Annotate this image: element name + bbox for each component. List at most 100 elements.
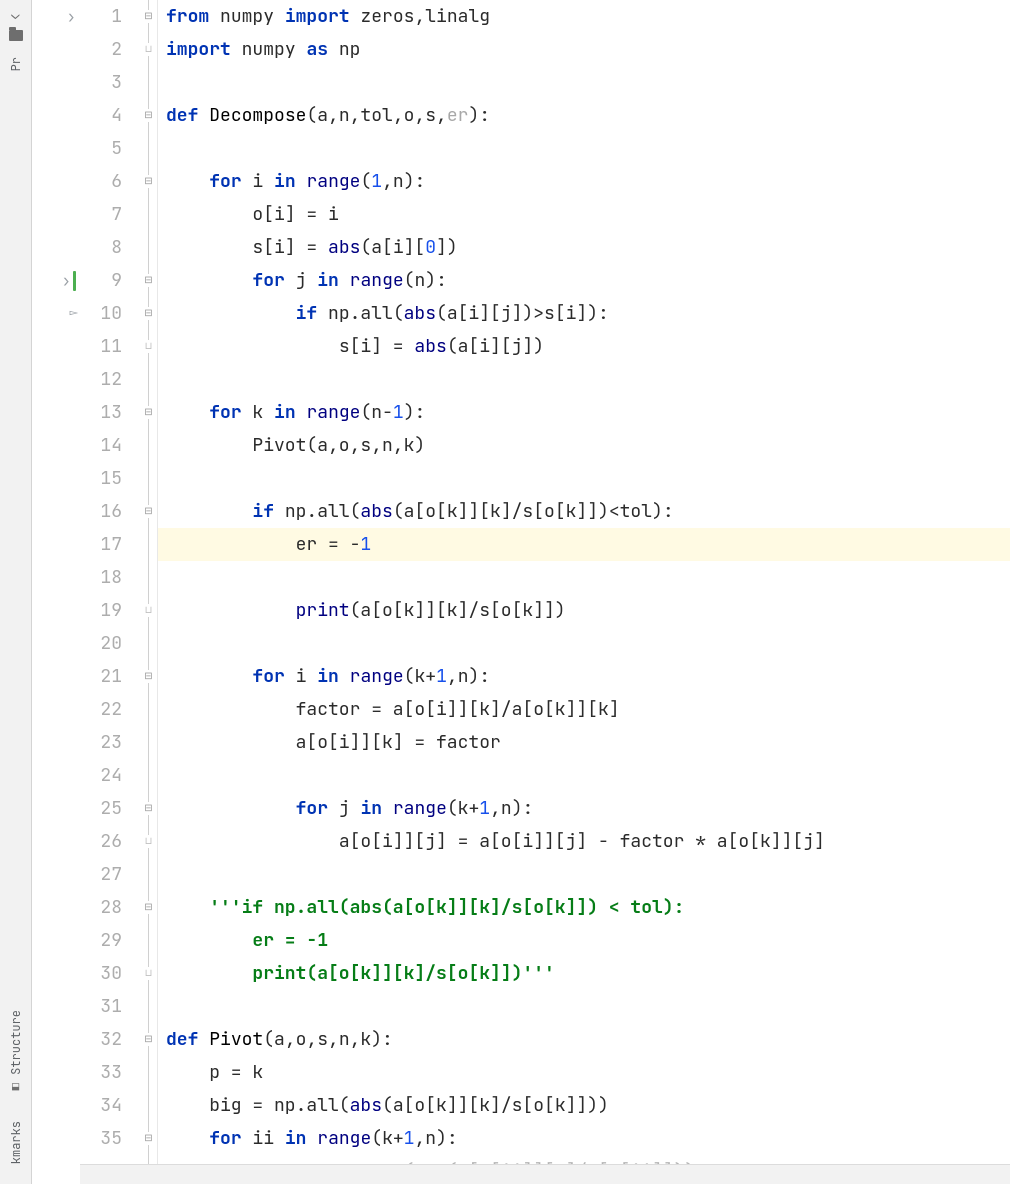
code-line[interactable]: s[i] = abs(a[i][j]) — [166, 330, 1010, 363]
fold-collapse-icon[interactable] — [142, 670, 155, 683]
code-line[interactable]: import numpy as np — [166, 33, 1010, 66]
line-number[interactable]: 12 — [80, 363, 122, 396]
code-line[interactable]: o[i] = i — [166, 198, 1010, 231]
line-number[interactable]: 34 — [80, 1089, 122, 1122]
line-number[interactable]: 19 — [80, 594, 122, 627]
code-line[interactable]: big = np.all(abs(a[o[k]][k]/s[o[k]])) — [166, 1089, 1010, 1122]
line-number[interactable]: 32 — [80, 1023, 122, 1056]
code-line[interactable] — [166, 990, 1010, 1023]
code-line[interactable]: print(a[o[k]][k]/s[o[k]]) — [166, 594, 1010, 627]
line-number[interactable]: 21 — [80, 660, 122, 693]
line-number-gutter[interactable]: 1 2 3 4 5 6 7 8 9 10 11 12 13 14 15 16 1… — [80, 0, 140, 1184]
code-line[interactable]: if np.all(abs(a[i][j])>s[i]): — [166, 297, 1010, 330]
code-line[interactable]: for i in range(1,n): — [166, 165, 1010, 198]
fold-end-icon[interactable] — [142, 604, 155, 617]
line-number[interactable]: 15 — [80, 462, 122, 495]
fold-collapse-icon[interactable] — [142, 1033, 155, 1046]
line-number[interactable]: 7 — [80, 198, 122, 231]
line-number[interactable]: 26 — [80, 825, 122, 858]
fold-collapse-icon[interactable] — [142, 505, 155, 518]
code-line[interactable]: a[o[i]][k] = factor — [166, 726, 1010, 759]
line-number[interactable]: 27 — [80, 858, 122, 891]
code-line[interactable]: print(a[o[k]][k]/s[o[k]])''' — [166, 957, 1010, 990]
fold-gutter[interactable] — [140, 0, 158, 1184]
line-number[interactable]: 1 — [80, 0, 122, 33]
fold-collapse-icon[interactable] — [142, 307, 155, 320]
fold-end-icon[interactable] — [142, 340, 155, 353]
line-number[interactable]: 18 — [80, 561, 122, 594]
project-tool-button[interactable]: Pr — [8, 47, 24, 81]
fold-collapse-icon[interactable] — [142, 406, 155, 419]
line-number[interactable]: 25 — [80, 792, 122, 825]
code-line[interactable]: for k in range(n-1): — [166, 396, 1010, 429]
line-number[interactable]: 29 — [80, 924, 122, 957]
code-line[interactable]: if np.all(abs(a[o[k]][k]/s[o[k]])<tol): — [166, 495, 1010, 528]
line-number[interactable]: 6 — [80, 165, 122, 198]
line-number[interactable]: 30 — [80, 957, 122, 990]
line-number[interactable]: 22 — [80, 693, 122, 726]
code-line[interactable]: a[o[i]][j] = a[o[i]][j] - factor * a[o[k… — [166, 825, 1010, 858]
code-line[interactable] — [166, 462, 1010, 495]
code-line[interactable] — [166, 561, 1010, 594]
code-line[interactable] — [166, 66, 1010, 99]
code-line[interactable]: def Pivot(a,o,s,n,k): — [166, 1023, 1010, 1056]
line-number[interactable]: 33 — [80, 1056, 122, 1089]
line-number[interactable]: 13 — [80, 396, 122, 429]
code-editor[interactable]: 1 2 3 4 5 6 7 8 9 10 11 12 13 14 15 16 1… — [80, 0, 1010, 1184]
code-line[interactable]: p = k — [166, 1056, 1010, 1089]
chevron-down-icon[interactable]: ⌄ — [11, 6, 19, 24]
folder-icon[interactable] — [9, 30, 23, 41]
code-line[interactable]: def Decompose(a,n,tol,o,s,er): — [166, 99, 1010, 132]
chevron-right-icon[interactable]: › — [66, 6, 76, 27]
bookmarks-tool-button[interactable]: kmarks — [8, 1111, 24, 1174]
fold-collapse-icon[interactable] — [142, 109, 155, 122]
marker-gutter[interactable]: › › ▻ — [32, 0, 80, 1184]
line-number[interactable]: 31 — [80, 990, 122, 1023]
code-line[interactable] — [166, 759, 1010, 792]
code-line[interactable]: s[i] = abs(a[i][0]) — [166, 231, 1010, 264]
code-line[interactable] — [166, 132, 1010, 165]
line-number[interactable]: 5 — [80, 132, 122, 165]
line-number[interactable]: 3 — [80, 66, 122, 99]
fold-collapse-icon[interactable] — [142, 802, 155, 815]
line-number[interactable]: 14 — [80, 429, 122, 462]
line-number[interactable]: 8 — [80, 231, 122, 264]
code-line[interactable] — [166, 627, 1010, 660]
code-line[interactable]: Pivot(a,o,s,n,k) — [166, 429, 1010, 462]
line-number[interactable]: 10 — [80, 297, 122, 330]
fold-collapse-icon[interactable] — [142, 901, 155, 914]
line-number[interactable]: 24 — [80, 759, 122, 792]
line-number[interactable]: 23 — [80, 726, 122, 759]
code-line[interactable] — [166, 858, 1010, 891]
chevron-right-icon[interactable]: › — [61, 270, 71, 291]
run-marker-icon[interactable] — [73, 271, 76, 291]
line-number[interactable]: 4 — [80, 99, 122, 132]
code-line[interactable]: er = -1 — [166, 924, 1010, 957]
code-line[interactable]: for j in range(n): — [166, 264, 1010, 297]
fold-end-icon[interactable] — [142, 967, 155, 980]
fold-collapse-icon[interactable] — [142, 274, 155, 287]
fold-collapse-icon[interactable] — [142, 10, 155, 23]
code-line[interactable]: for i in range(k+1,n): — [166, 660, 1010, 693]
line-number[interactable]: 28 — [80, 891, 122, 924]
code-line[interactable]: '''if np.all(abs(a[o[k]][k]/s[o[k]]) < t… — [166, 891, 1010, 924]
line-number[interactable]: 20 — [80, 627, 122, 660]
code-line[interactable]: from numpy import zeros,linalg — [166, 0, 1010, 33]
line-number[interactable]: 11 — [80, 330, 122, 363]
fold-collapse-icon[interactable] — [142, 1132, 155, 1145]
line-number[interactable]: 9 — [80, 264, 122, 297]
fold-end-icon[interactable] — [142, 835, 155, 848]
structure-tool-button[interactable]: Structure — [8, 1000, 24, 1105]
code-line[interactable]: factor = a[o[i]][k]/a[o[k]][k] — [166, 693, 1010, 726]
line-number[interactable]: 17 — [80, 528, 122, 561]
line-number[interactable]: 2 — [80, 33, 122, 66]
bookmark-icon[interactable]: ▻ — [70, 305, 78, 323]
line-number[interactable]: 35 — [80, 1122, 122, 1155]
code-line[interactable] — [166, 363, 1010, 396]
line-number[interactable]: 16 — [80, 495, 122, 528]
fold-end-icon[interactable] — [142, 43, 155, 56]
code-area[interactable]: from numpy import zeros,linalg import nu… — [158, 0, 1010, 1184]
code-line[interactable]: for j in range(k+1,n): — [166, 792, 1010, 825]
fold-collapse-icon[interactable] — [142, 175, 155, 188]
code-line[interactable]: for ii in range(k+1,n): — [166, 1122, 1010, 1155]
